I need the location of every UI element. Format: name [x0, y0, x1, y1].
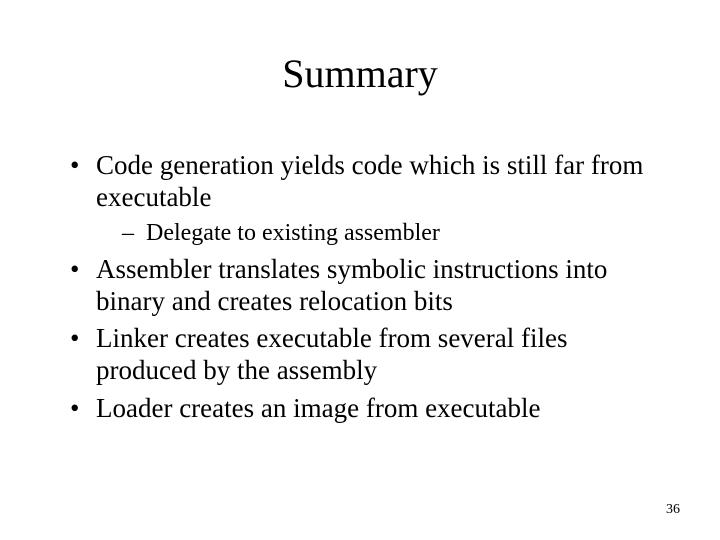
sub-bullet-list: Delegate to existing assembler — [96, 218, 660, 248]
bullet-text: Loader creates an image from executable — [96, 393, 541, 423]
bullet-text: Code generation yields code which is sti… — [96, 150, 643, 212]
sub-bullet-item: Delegate to existing assembler — [96, 218, 660, 248]
sub-bullet-text: Delegate to existing assembler — [146, 220, 440, 246]
slide: Summary Code generation yields code whic… — [0, 0, 720, 540]
bullet-text: Linker creates executable from several f… — [96, 323, 568, 385]
slide-title: Summary — [0, 50, 720, 97]
bullet-item: Code generation yields code which is sti… — [70, 150, 660, 248]
bullet-item: Loader creates an image from executable — [70, 393, 660, 425]
page-number: 36 — [666, 502, 680, 518]
bullet-text: Assembler translates symbolic instructio… — [96, 254, 607, 316]
slide-body: Code generation yields code which is sti… — [70, 150, 660, 431]
bullet-item: Assembler translates symbolic instructio… — [70, 254, 660, 318]
bullet-item: Linker creates executable from several f… — [70, 323, 660, 387]
bullet-list: Code generation yields code which is sti… — [70, 150, 660, 425]
